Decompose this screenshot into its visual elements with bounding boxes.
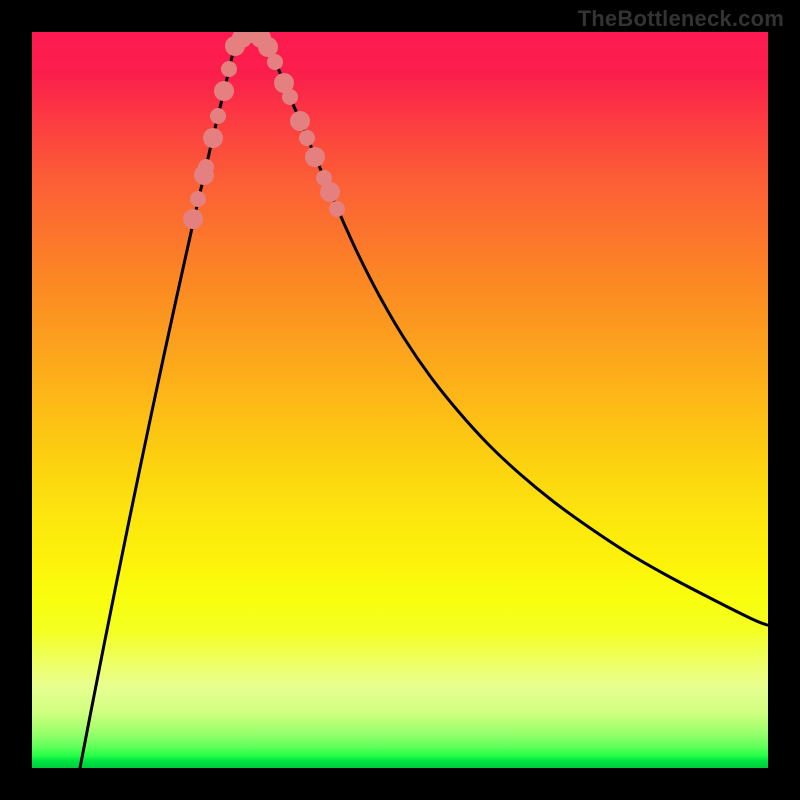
data-point-left-lower bbox=[210, 108, 226, 124]
v-curve bbox=[80, 35, 767, 768]
data-point-left-lower bbox=[221, 61, 237, 77]
data-point-right-lower bbox=[282, 89, 298, 105]
data-point-left-lower bbox=[214, 81, 234, 101]
data-point-left-upper bbox=[190, 191, 206, 207]
data-point-right-upper bbox=[320, 182, 340, 202]
watermark-label: TheBottleneck.com bbox=[578, 6, 784, 32]
plot-area bbox=[32, 32, 768, 768]
data-point-right-upper bbox=[329, 201, 345, 217]
chart-frame: TheBottleneck.com bbox=[0, 0, 800, 800]
data-point-right-upper bbox=[305, 147, 325, 167]
data-point-left-lower bbox=[203, 128, 223, 148]
data-point-right-lower bbox=[267, 54, 283, 70]
data-point-left-upper bbox=[198, 159, 214, 175]
curve-layer bbox=[32, 32, 768, 768]
data-point-left-upper bbox=[183, 209, 203, 229]
data-point-right-upper bbox=[290, 111, 310, 131]
data-point-right-upper bbox=[299, 130, 315, 146]
